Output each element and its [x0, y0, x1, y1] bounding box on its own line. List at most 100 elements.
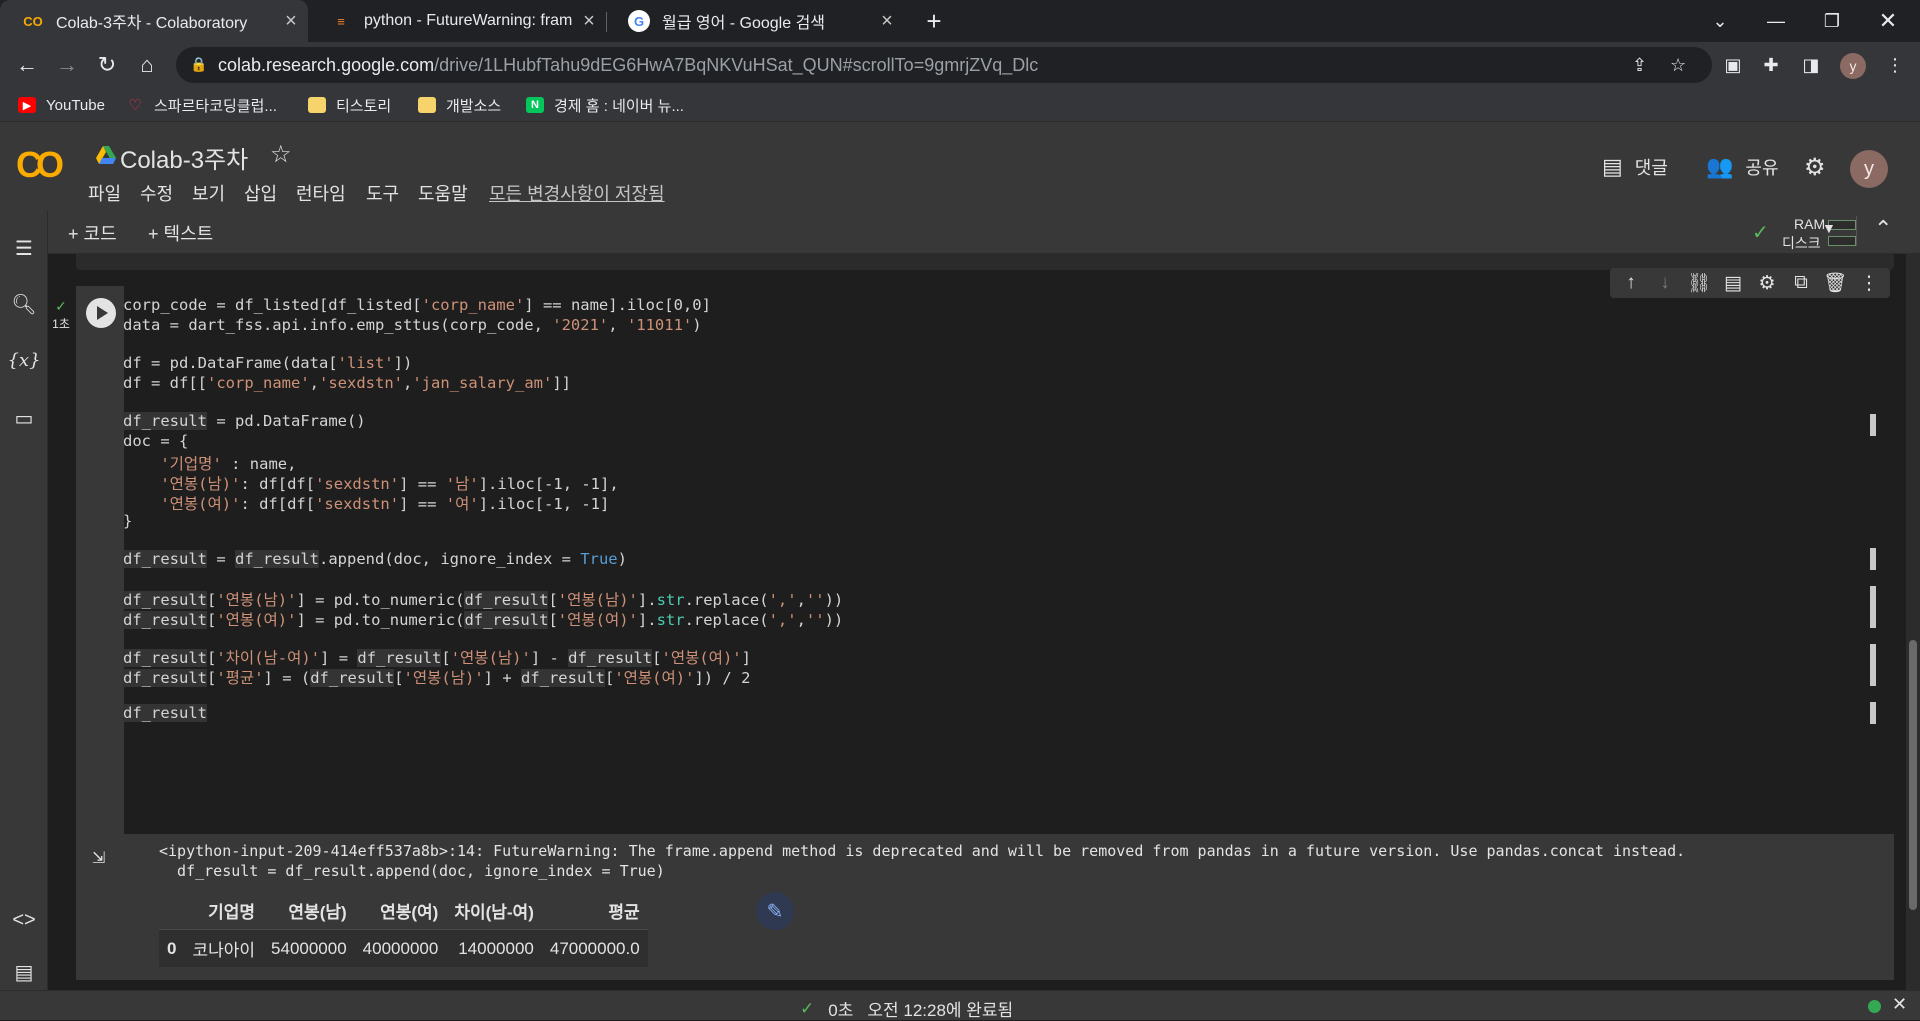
colab-logo-icon[interactable]: CO [16, 144, 64, 186]
settings-gear-icon[interactable]: ⚙ [1804, 152, 1826, 182]
back-icon[interactable]: ← [12, 50, 42, 80]
folder-icon [418, 97, 436, 113]
address-bar[interactable]: 🔒 colab.research.google.com/drive/1LHubf… [176, 47, 1712, 83]
bookmark-sparta[interactable]: ♡ 스파르타코딩클럽... [126, 94, 277, 116]
move-cell-down-icon[interactable]: ↓ [1648, 272, 1682, 294]
magic-wand-icon[interactable]: ✎ [756, 892, 794, 930]
share-button[interactable]: 👥 공유 [1706, 152, 1779, 182]
execution-time: 1초 [52, 317, 70, 331]
page-scrollbar[interactable] [1906, 254, 1920, 990]
table-cell: 코나아이 [184, 929, 264, 967]
run-cell-button[interactable] [86, 298, 116, 328]
star-icon[interactable]: ☆ [270, 140, 292, 169]
tab-google-search[interactable]: G 월급 영어 - Google 검색 × [606, 0, 904, 42]
code-line: df_result['평균'] = (df_result['연봉(남)'] + … [123, 669, 751, 687]
browser-profile-avatar[interactable]: y [1840, 53, 1866, 79]
scrollbar-thumb[interactable] [1909, 640, 1917, 910]
bookmark-devsource[interactable]: 개발소스 [418, 94, 501, 116]
menu-help[interactable]: 도움말 [418, 180, 468, 206]
comments-label: 댓글 [1634, 158, 1668, 178]
move-cell-up-icon[interactable]: ↑ [1614, 272, 1648, 294]
mirror-cell-icon[interactable]: ⧉ [1784, 272, 1818, 294]
menu-tools[interactable]: 도구 [366, 180, 399, 206]
cell-output: ⇲ <ipython-input-209-414eff537a8b>:14: F… [76, 834, 1894, 980]
menu-file[interactable]: 파일 [88, 180, 121, 206]
bookmark-label: 스파르타코딩클럽... [154, 97, 277, 115]
bookmark-naver-economy[interactable]: N 경제 홈 : 네이버 뉴... [526, 94, 684, 116]
add-comment-icon[interactable]: ▤ [1716, 272, 1750, 295]
share-page-icon[interactable]: ⇪ [1632, 55, 1647, 76]
variables-icon[interactable]: {x} [0, 342, 48, 378]
url-text[interactable]: colab.research.google.com/drive/1LHubfTa… [218, 55, 1038, 76]
code-snippets-icon[interactable]: <> [0, 902, 48, 938]
tab-search-icon[interactable]: ⌄ [1696, 0, 1744, 42]
bookmark-tistory[interactable]: 티스토리 [308, 94, 391, 116]
menu-view[interactable]: 보기 [192, 180, 225, 206]
files-folder-icon[interactable]: ▭ [0, 400, 48, 436]
output-actions-icon[interactable]: ⇲ [92, 848, 105, 868]
table-header-row: 기업명 연봉(남) 연봉(여) 차이(남-여) 평균 [159, 892, 648, 930]
stackoverflow-favicon: ≡ [337, 13, 345, 29]
menu-insert[interactable]: 삽입 [244, 180, 277, 206]
tab-colab[interactable]: CO Colab-3주차 - Colaboratory × [0, 0, 308, 42]
collapse-header-icon[interactable]: ⌃ [1874, 216, 1892, 242]
extension-icon[interactable]: ▣ [1718, 50, 1748, 80]
search-icon[interactable]: 🔍︎ [0, 286, 48, 322]
table-of-contents-icon[interactable]: ☰ [0, 230, 48, 266]
warning-line: <ipython-input-209-414eff537a8b>:14: Fut… [159, 842, 1686, 860]
runtime-dropdown-icon[interactable]: ▼ [1822, 220, 1836, 236]
restore-icon[interactable]: ❐ [1808, 0, 1856, 42]
editor-scroll-marker [1870, 414, 1876, 436]
cell-gutter [76, 286, 124, 834]
cell-settings-icon[interactable]: ⚙ [1750, 272, 1784, 295]
bookmark-label: YouTube [46, 96, 105, 114]
forward-icon[interactable]: → [52, 50, 82, 80]
notebook-area: ✓ 1초 corp_code = df_listed[df_listed['co… [48, 254, 1920, 990]
code-line: df_result [123, 704, 207, 722]
close-tab-icon[interactable]: × [572, 10, 606, 33]
table-cell: 47000000.0 [541, 929, 648, 967]
extensions-puzzle-icon[interactable]: ✚ [1756, 50, 1786, 80]
new-tab-button[interactable]: + [910, 0, 958, 42]
menu-edit[interactable]: 수정 [140, 180, 173, 206]
close-status-icon[interactable]: ✕ [1892, 994, 1907, 1015]
close-tab-icon[interactable]: × [870, 10, 904, 33]
share-label: 공유 [1745, 158, 1779, 178]
add-text-button[interactable]: + 텍스트 [148, 220, 213, 246]
row-index: 0 [159, 929, 185, 967]
comment-icon: ▤ [1602, 154, 1623, 179]
notebook-title[interactable]: Colab-3주차 [120, 140, 248, 175]
browser-menu-icon[interactable]: ⋮ [1880, 50, 1910, 80]
cell-execution-status: ✓ 1초 [50, 298, 72, 332]
menu-runtime[interactable]: 런타임 [296, 180, 346, 206]
command-palette-icon[interactable]: ▤ [0, 954, 48, 990]
link-to-cell-icon[interactable]: ⛓ [1682, 271, 1716, 295]
left-sidebar: ☰ 🔍︎ {x} ▭ <> ▤ [0, 210, 48, 990]
reload-icon[interactable]: ↻ [92, 50, 122, 80]
delete-cell-icon[interactable]: 🗑︎ [1818, 271, 1852, 295]
lock-icon[interactable]: 🔒 [190, 56, 207, 73]
save-status-link[interactable]: 모든 변경사항이 저장됨 [489, 180, 665, 206]
add-code-button[interactable]: + 코드 [68, 220, 117, 246]
code-cell[interactable]: corp_code = df_listed[df_listed['corp_na… [76, 268, 1894, 980]
bookmark-youtube[interactable]: ▶ YouTube [18, 94, 105, 116]
column-header: 연봉(여) [380, 903, 439, 922]
comments-button[interactable]: ▤ 댓글 [1602, 152, 1668, 182]
more-actions-icon[interactable]: ⋮ [1852, 272, 1886, 295]
code-line: df_result['차이(남-여)'] = df_result['연봉(남)'… [123, 649, 751, 667]
tab-stackoverflow[interactable]: ≡ python - FutureWarning: frame.a × [308, 0, 606, 42]
home-icon[interactable]: ⌂ [132, 50, 162, 80]
code-line: df_result = df_result.append(doc, ignore… [123, 550, 627, 568]
code-editor[interactable]: corp_code = df_listed[df_listed['corp_na… [123, 286, 1894, 834]
minimize-icon[interactable]: — [1752, 0, 1800, 42]
bookmark-label: 경제 홈 : 네이버 뉴... [554, 97, 684, 115]
bookmarks-bar: ▶ YouTube ♡ 스파르타코딩클럽... 티스토리 개발소스 N 경제 홈… [0, 88, 1920, 122]
tab-title: python - FutureWarning: frame.a [364, 12, 572, 29]
execution-summary[interactable]: ✓ 0초 오전 12:28에 완료됨 [800, 996, 1013, 1021]
resource-monitor[interactable]: ✓ RAM 디스크 [1752, 214, 1856, 251]
side-panel-icon[interactable]: ◨ [1796, 50, 1826, 80]
bookmark-star-icon[interactable]: ☆ [1670, 55, 1686, 76]
user-avatar[interactable]: y [1850, 150, 1888, 188]
close-tab-icon[interactable]: × [274, 10, 308, 33]
window-close-icon[interactable]: ✕ [1864, 0, 1912, 42]
